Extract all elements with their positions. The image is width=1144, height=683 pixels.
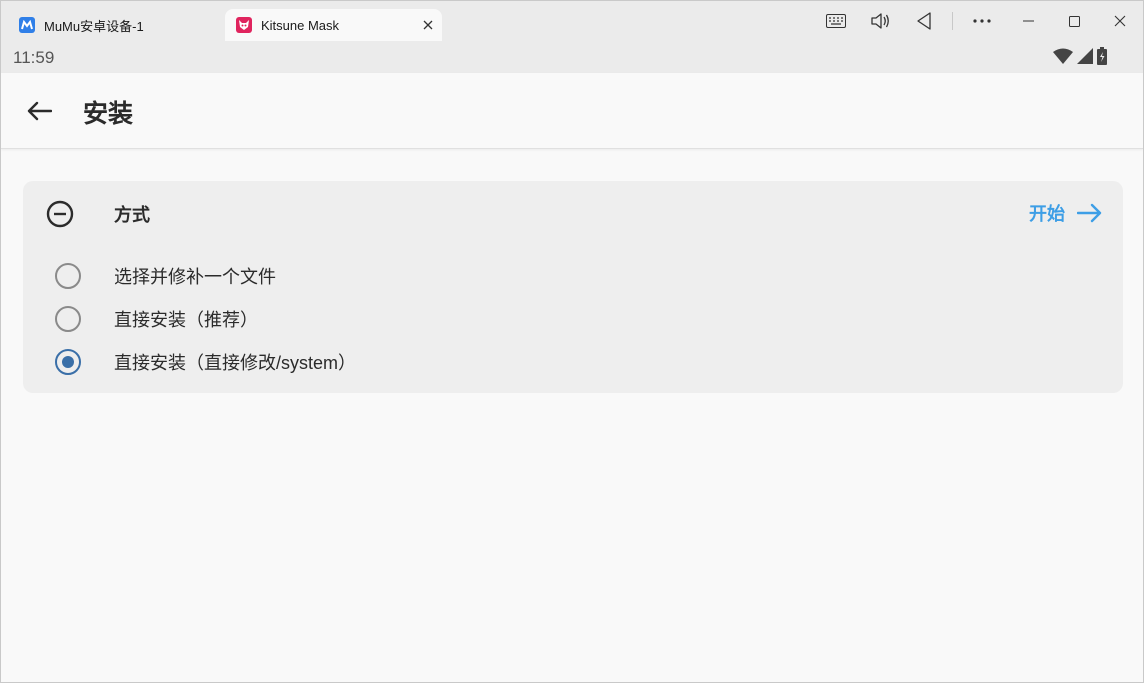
arrow-left-icon bbox=[27, 101, 52, 121]
radio-button[interactable] bbox=[55, 263, 81, 289]
android-status-bar: 11:59 bbox=[1, 41, 1143, 73]
tab-label: MuMu安卓设备-1 bbox=[44, 18, 144, 34]
app-bar: 安装 bbox=[1, 73, 1143, 149]
page-title: 安装 bbox=[83, 100, 134, 128]
mumu-icon bbox=[19, 17, 35, 33]
option-direct-install[interactable]: 直接安装（推荐） bbox=[55, 304, 258, 334]
option-patch-file[interactable]: 选择并修补一个文件 bbox=[55, 261, 276, 291]
minimize-icon[interactable] bbox=[1005, 1, 1051, 41]
arrow-right-icon bbox=[1077, 203, 1102, 223]
signal-icon bbox=[1077, 48, 1093, 69]
method-title: 方式 bbox=[114, 205, 150, 225]
option-direct-install-system[interactable]: 直接安装（直接修改/system） bbox=[55, 347, 356, 377]
keyboard-icon[interactable] bbox=[814, 1, 858, 41]
maximize-icon[interactable] bbox=[1051, 1, 1097, 41]
option-label: 直接安装（推荐） bbox=[114, 310, 258, 330]
start-label: 开始 bbox=[1029, 204, 1065, 224]
back-triangle-icon[interactable] bbox=[902, 1, 946, 41]
tab-label: Kitsune Mask bbox=[261, 17, 340, 33]
more-icon[interactable] bbox=[959, 1, 1005, 41]
wifi-icon bbox=[1053, 48, 1073, 69]
option-label: 选择并修补一个文件 bbox=[114, 267, 276, 287]
tab-kitsune-mask[interactable]: Kitsune Mask bbox=[225, 9, 442, 41]
back-button[interactable] bbox=[23, 95, 55, 127]
tab-mumu-device[interactable]: MuMu安卓设备-1 bbox=[1, 9, 223, 41]
method-card: 方式 开始 选择并修补一个文件 直接安装（推荐） 直接安装（直接修改/syste… bbox=[23, 181, 1123, 393]
title-bar: MuMu安卓设备-1 Kitsune Mask bbox=[1, 1, 1143, 41]
toolbar-divider bbox=[952, 12, 953, 30]
kitsune-mask-icon bbox=[236, 17, 252, 33]
radio-button[interactable] bbox=[55, 306, 81, 332]
option-label: 直接安装（直接修改/system） bbox=[114, 353, 357, 373]
radio-button-selected[interactable] bbox=[55, 349, 81, 375]
status-clock: 11:59 bbox=[13, 48, 55, 67]
start-button[interactable]: 开始 bbox=[1029, 199, 1103, 227]
volume-icon[interactable] bbox=[858, 1, 902, 41]
battery-icon bbox=[1097, 47, 1107, 70]
minus-circle-icon bbox=[46, 200, 74, 228]
emulator-window: MuMu安卓设备-1 Kitsune Mask 11:59 安装 方式 开始 选… bbox=[0, 0, 1144, 683]
close-tab-icon[interactable] bbox=[420, 17, 436, 33]
close-icon[interactable] bbox=[1097, 1, 1143, 41]
